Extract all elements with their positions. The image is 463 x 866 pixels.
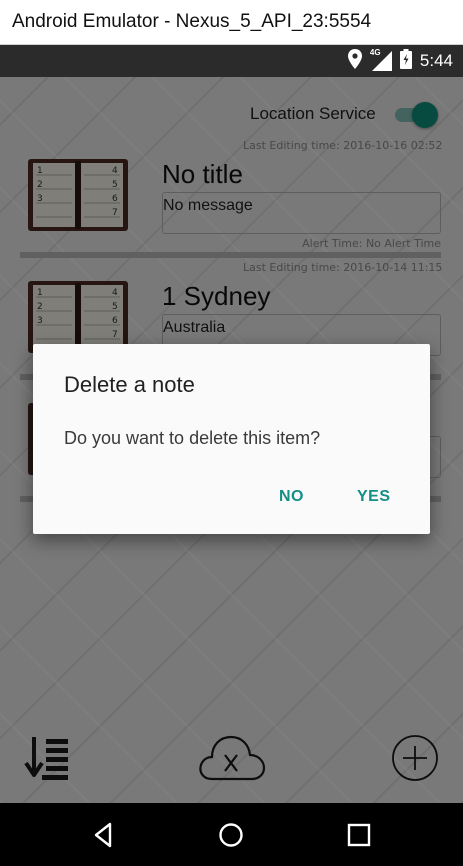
home-icon[interactable] — [213, 817, 249, 853]
dialog-title: Delete a note — [64, 372, 195, 397]
delete-note-dialog: Delete a note Do you want to delete this… — [33, 344, 430, 534]
back-icon[interactable] — [86, 817, 122, 853]
dialog-message: Do you want to delete this item? — [64, 428, 321, 448]
no-button[interactable]: NO — [269, 480, 314, 516]
location-icon — [347, 49, 362, 73]
yes-button[interactable]: YES — [347, 480, 401, 516]
signal-4g-icon: 4G — [369, 48, 392, 71]
recents-icon[interactable] — [341, 817, 377, 853]
window-title: Android Emulator - Nexus_5_API_23:5554 — [0, 0, 463, 45]
status-time: 5:44 — [419, 51, 453, 70]
status-bar: 4G 5:44 — [0, 45, 463, 77]
navigation-bar — [0, 803, 463, 866]
battery-icon — [399, 49, 412, 73]
network-type-label: 4G — [369, 48, 381, 57]
